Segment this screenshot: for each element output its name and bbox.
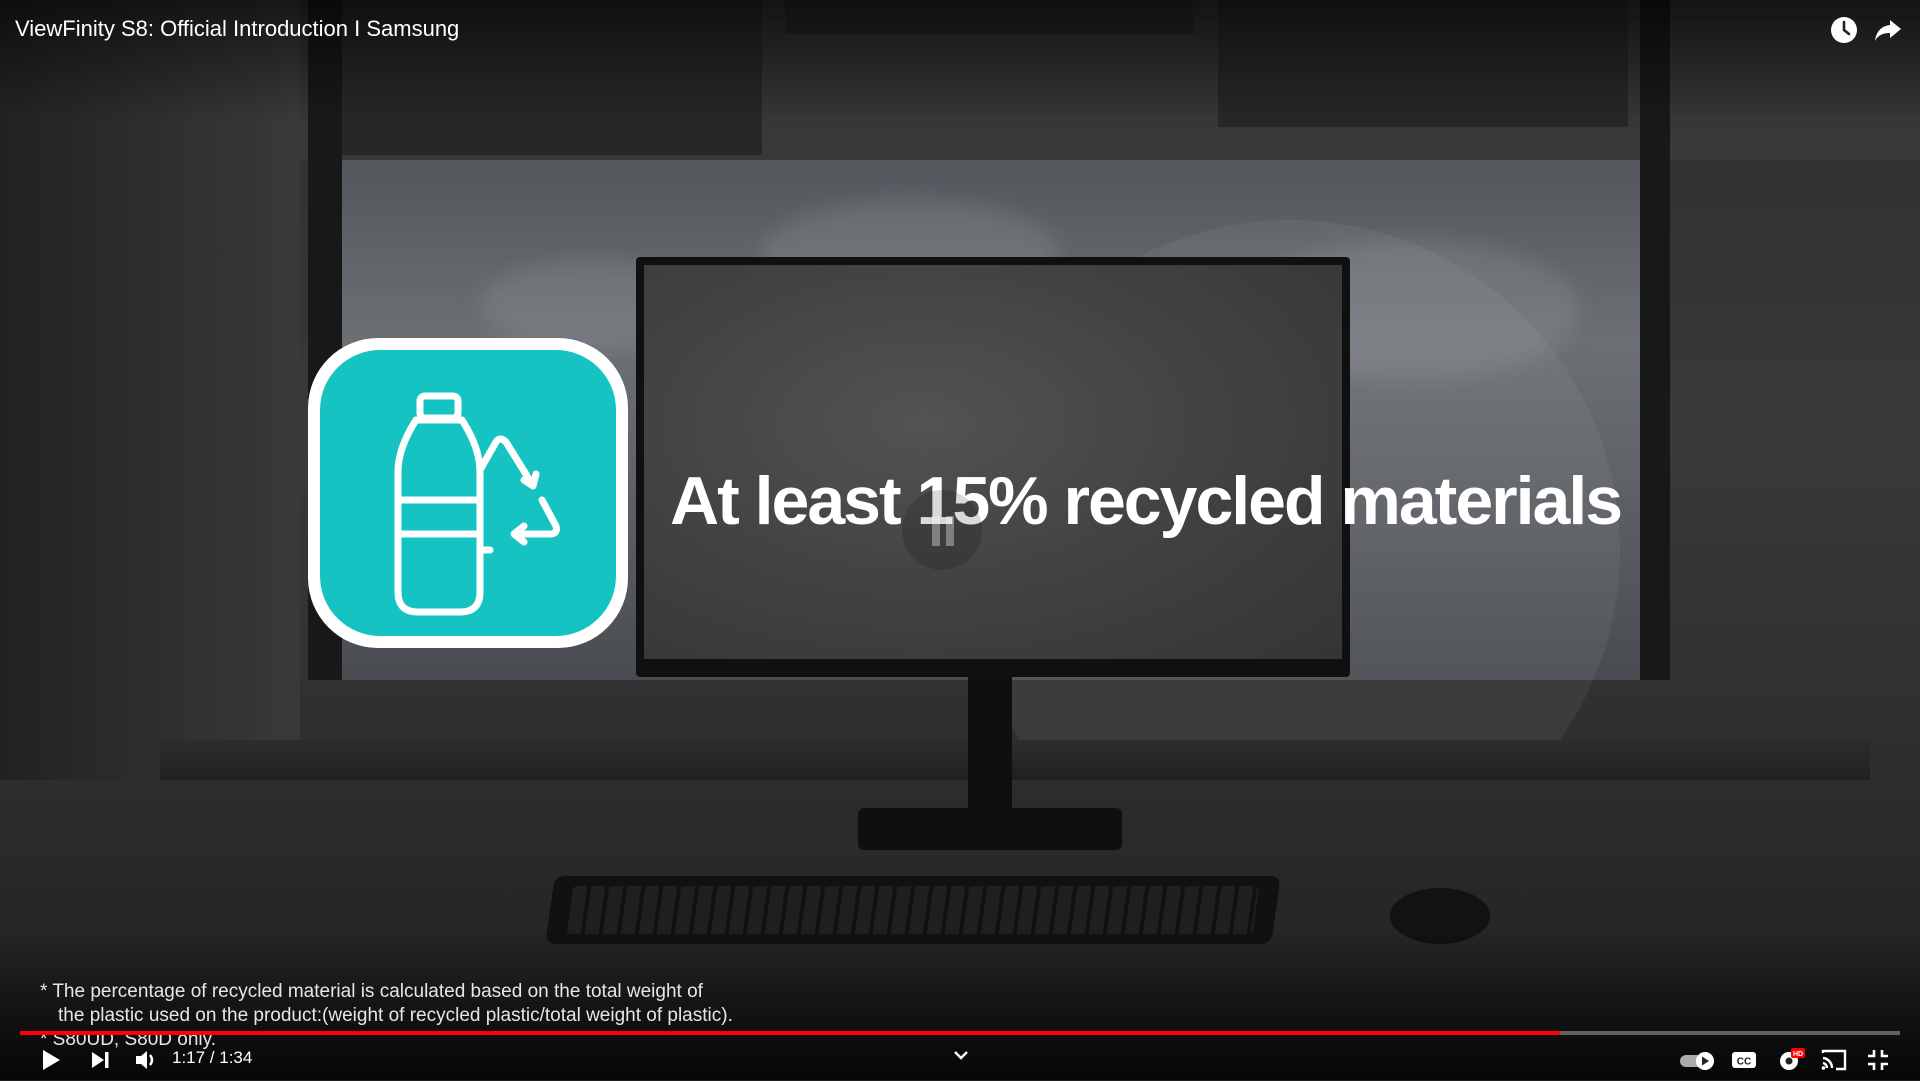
play-icon[interactable]	[34, 1044, 66, 1076]
chevron-down-icon[interactable]	[950, 1046, 972, 1064]
svg-text:HD: HD	[1793, 1051, 1803, 1058]
settings-gear-icon[interactable]: HD	[1774, 1044, 1806, 1076]
progress-played	[20, 1031, 1560, 1035]
cc-icon[interactable]: CC	[1728, 1044, 1760, 1076]
disclaimer-line: the plastic used on the product:(weight …	[58, 1005, 733, 1026]
headline-text: At least 15% recycled materials	[670, 463, 1623, 539]
progress-bar[interactable]	[20, 1031, 1900, 1035]
pause-indicator	[902, 490, 982, 570]
svg-text:CC: CC	[1737, 1057, 1751, 1068]
cast-icon[interactable]	[1818, 1044, 1850, 1076]
recycled-materials-badge	[308, 338, 628, 648]
bottle-recycle-icon	[320, 350, 616, 636]
share-icon[interactable]	[1872, 14, 1904, 46]
disclaimer-line: * The percentage of recycled material is…	[40, 981, 703, 1002]
exit-fullscreen-icon[interactable]	[1862, 1044, 1894, 1076]
next-icon[interactable]	[84, 1044, 116, 1076]
clock-icon[interactable]	[1828, 14, 1860, 46]
time-display: 1:17 / 1:34	[172, 1048, 253, 1067]
disclaimer: * The percentage of recycled material is…	[40, 980, 733, 1052]
autoplay-toggle-icon[interactable]	[1678, 1044, 1718, 1076]
volume-icon[interactable]	[130, 1044, 162, 1076]
video-title[interactable]: ViewFinity S8: Official Introduction I S…	[15, 16, 459, 42]
